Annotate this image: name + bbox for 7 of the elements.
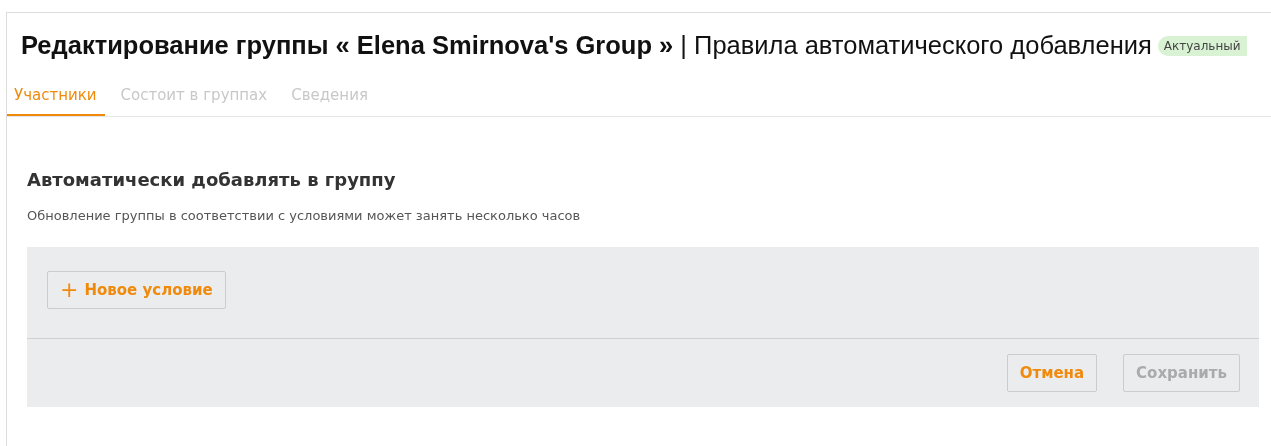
section-heading: Автоматически добавлять в группу [27, 169, 397, 190]
page-title: Редактирование группы « Elena Smirnova's Group » | Правила автоматического добавления [21, 31, 1152, 60]
section-description: Обновление группы в соответствии с условиями может занять несколько часов [27, 208, 582, 223]
tab[interactable]: Участники [7, 78, 105, 116]
cancel-button[interactable]: Отмена [1006, 354, 1098, 392]
new-condition-button[interactable]: + Новое условие [47, 271, 226, 309]
status-badge: Актуальный [1157, 35, 1247, 56]
